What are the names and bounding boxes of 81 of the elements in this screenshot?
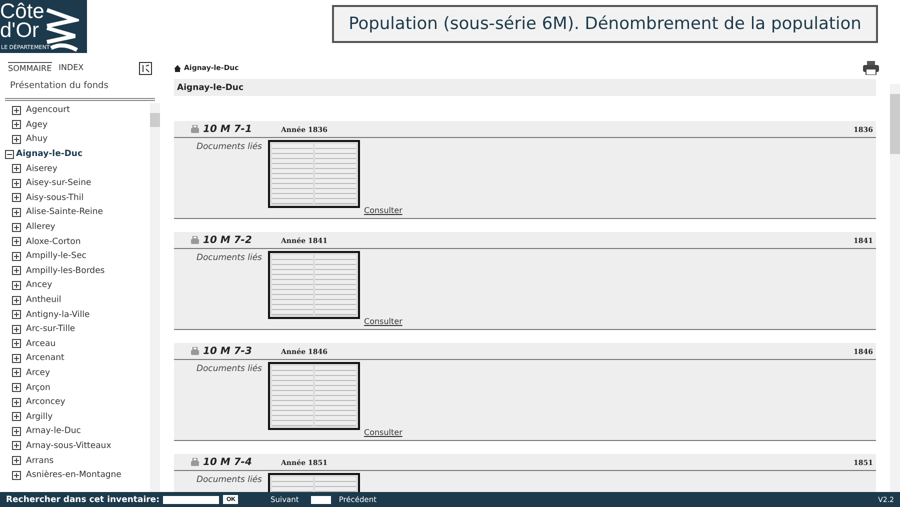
document-thumbnail[interactable] [268, 140, 360, 208]
search-field[interactable] [163, 496, 220, 504]
sidebar-tab[interactable]: SOMMAIRE [8, 62, 52, 74]
tree-item[interactable]: Aisy-sous-Thil [12, 190, 150, 206]
documents-label: Documents liés [195, 141, 263, 152]
expand-icon[interactable] [12, 178, 21, 188]
documents-label: Documents liés [195, 363, 263, 374]
expand-icon[interactable] [12, 412, 21, 422]
tree-item[interactable]: Antigny-la-Ville [12, 307, 150, 322]
tree-item[interactable]: Arnay-le-Duc [12, 424, 150, 439]
expand-icon[interactable] [12, 280, 21, 290]
tree-item[interactable]: Alise-Sainte-Reine [12, 205, 150, 220]
tree-item[interactable]: Agey [12, 118, 150, 132]
expand-icon[interactable] [12, 324, 21, 334]
expand-icon[interactable] [12, 310, 21, 320]
logo-text: Côte [0, 2, 44, 21]
record-code[interactable]: 10 M 7-4 [203, 456, 277, 468]
scrollbar[interactable] [890, 84, 900, 492]
sidebar-tab[interactable]: INDEX [58, 62, 84, 74]
consult-link[interactable]: Consulter [364, 317, 402, 326]
search-label: Rechercher dans cet inventaire: [6, 494, 160, 504]
tree-item[interactable]: Arrans [12, 453, 150, 468]
tree-item[interactable]: Allerey [12, 220, 150, 234]
expand-icon[interactable] [12, 252, 21, 261]
tree-item[interactable]: Aloxe-Corton [12, 234, 150, 249]
expand-icon[interactable] [12, 120, 21, 130]
document-thumbnail[interactable] [268, 251, 360, 319]
page-title: Population (sous-série 6M). Dénombrement de la population [332, 5, 878, 43]
tree-item[interactable]: Antheuil [12, 292, 150, 308]
tree-item[interactable]: Arceau [12, 336, 150, 352]
expand-icon[interactable] [12, 470, 21, 480]
record-code[interactable]: 10 M 7-3 [203, 346, 277, 356]
documents-label: Documents liés [195, 474, 263, 485]
expand-icon[interactable] [12, 296, 21, 305]
tree-item[interactable]: Arnay-sous-Vitteaux [12, 438, 150, 454]
presentation-link[interactable]: Présentation du fonds [5, 81, 155, 101]
expand-icon[interactable] [12, 441, 21, 450]
expand-icon[interactable] [12, 266, 21, 276]
tree-item[interactable]: Argilly [12, 409, 150, 424]
record-code[interactable]: 10 M 7-1 [203, 124, 277, 134]
tree-item[interactable]: Arcenant [12, 351, 150, 366]
scrollbar[interactable] [150, 103, 160, 492]
record-code[interactable]: 10 M 7-2 [203, 234, 277, 246]
expand-icon[interactable] [12, 164, 21, 174]
tree-item[interactable]: Arconcey [12, 394, 150, 410]
consult-link[interactable]: Consulter [364, 428, 402, 437]
expand-icon[interactable] [12, 193, 21, 202]
section-heading: Aignay-le-Duc [174, 79, 876, 96]
expand-icon[interactable] [12, 398, 21, 407]
document-thumbnail[interactable] [268, 362, 360, 430]
home-icon [174, 64, 181, 72]
expand-icon[interactable] [12, 368, 21, 378]
consult-link[interactable]: Consulter [364, 206, 402, 215]
expand-icon[interactable] [12, 426, 21, 436]
expand-icon[interactable] [12, 134, 21, 144]
tree-item[interactable]: Aisey-sur-Seine [12, 176, 150, 191]
toggle-icon[interactable] [139, 62, 152, 74]
expand-icon[interactable] [12, 383, 21, 392]
tree-item[interactable]: Ampilly-le-Sec [12, 248, 150, 264]
tree-item[interactable]: Aiserey [12, 161, 150, 176]
tree-item[interactable]: Arcey [12, 366, 150, 380]
expand-icon[interactable] [12, 106, 21, 115]
collapse-icon[interactable] [5, 150, 14, 159]
tree-item[interactable]: Asnières-en-Montagne [12, 468, 150, 482]
expand-icon[interactable] [12, 222, 21, 232]
tree-item[interactable]: Arc-sur-Tille [12, 322, 150, 336]
tree-item[interactable]: Ancey [12, 278, 150, 293]
print-icon[interactable] [863, 61, 879, 75]
page-field[interactable] [310, 496, 331, 504]
tree-item[interactable]: Ampilly-les-Bordes [12, 264, 150, 278]
expand-icon[interactable] [12, 354, 21, 363]
tree-item[interactable]: Agencourt [12, 103, 150, 118]
logo-text: d'Or [0, 21, 40, 40]
tree-item[interactable]: Arçon [12, 380, 150, 395]
tree-item[interactable]: Aignay-le-Duc [5, 146, 150, 162]
tree-item[interactable]: Ahuy [12, 132, 150, 147]
expand-icon[interactable] [12, 456, 21, 466]
documents-label: Documents liés [195, 252, 263, 263]
expand-icon[interactable] [12, 208, 21, 217]
expand-icon[interactable] [12, 339, 21, 348]
expand-icon[interactable] [12, 237, 21, 246]
